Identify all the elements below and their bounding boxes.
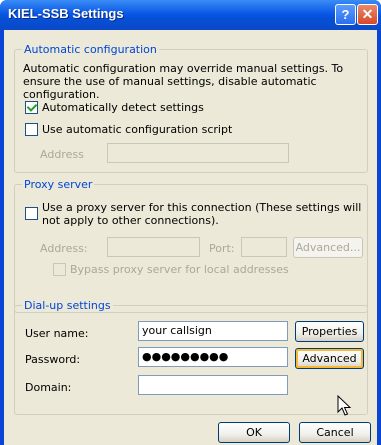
use-proxy-label[interactable]: Use a proxy server for this connection (… [42,201,362,227]
proxy-group: Proxy server Use a proxy server for this… [14,178,368,313]
proxy-port-input[interactable] [241,237,287,257]
proxy-port-label: Port: [209,242,235,255]
dialup-legend: Dial-up settings [22,299,113,312]
auto-config-group: Automatic configuration Automatic config… [14,43,368,173]
cancel-button[interactable]: Cancel [299,422,371,443]
script-address-input[interactable] [107,143,289,163]
bypass-local-checkbox[interactable] [53,263,66,276]
domain-input[interactable] [138,375,288,395]
properties-button[interactable]: Properties [295,321,364,342]
window-title: KIEL-SSB Settings [8,6,124,21]
dialog-body: Automatic configuration Automatic config… [4,30,377,445]
config-script-checkbox[interactable] [25,123,38,136]
close-button[interactable]: ✕ [357,4,378,25]
ok-button[interactable]: OK [218,422,290,443]
config-script-label[interactable]: Use automatic configuration script [42,123,232,136]
username-label: User name: [25,327,89,340]
dialup-advanced-button[interactable]: Advanced [295,348,364,369]
proxy-legend: Proxy server [22,178,95,191]
proxy-advanced-button[interactable]: Advanced... [293,237,363,258]
detect-settings-checkbox[interactable] [25,101,38,114]
proxy-address-input[interactable] [107,237,200,257]
bypass-local-label[interactable]: Bypass proxy server for local addresses [70,263,289,276]
title-bar[interactable]: KIEL-SSB Settings ? ✕ [0,0,381,30]
mouse-pointer-icon [337,395,352,416]
script-address-label: Address [40,148,84,161]
password-label: Password: [25,353,81,366]
auto-config-description: Automatic configuration may override man… [23,62,344,101]
use-proxy-checkbox[interactable] [25,207,38,220]
dialup-group: Dial-up settings User name: your callsig… [14,299,368,415]
detect-settings-label[interactable]: Automatically detect settings [42,101,204,114]
help-button[interactable]: ? [335,4,356,25]
password-input[interactable]: ●●●●●●●●● [138,347,288,367]
auto-config-legend: Automatic configuration [22,43,159,56]
username-input[interactable]: your callsign [138,321,288,341]
domain-label: Domain: [25,381,72,394]
proxy-address-label: Address: [40,242,88,255]
settings-dialog: KIEL-SSB Settings ? ✕ Automatic configur… [0,0,381,445]
